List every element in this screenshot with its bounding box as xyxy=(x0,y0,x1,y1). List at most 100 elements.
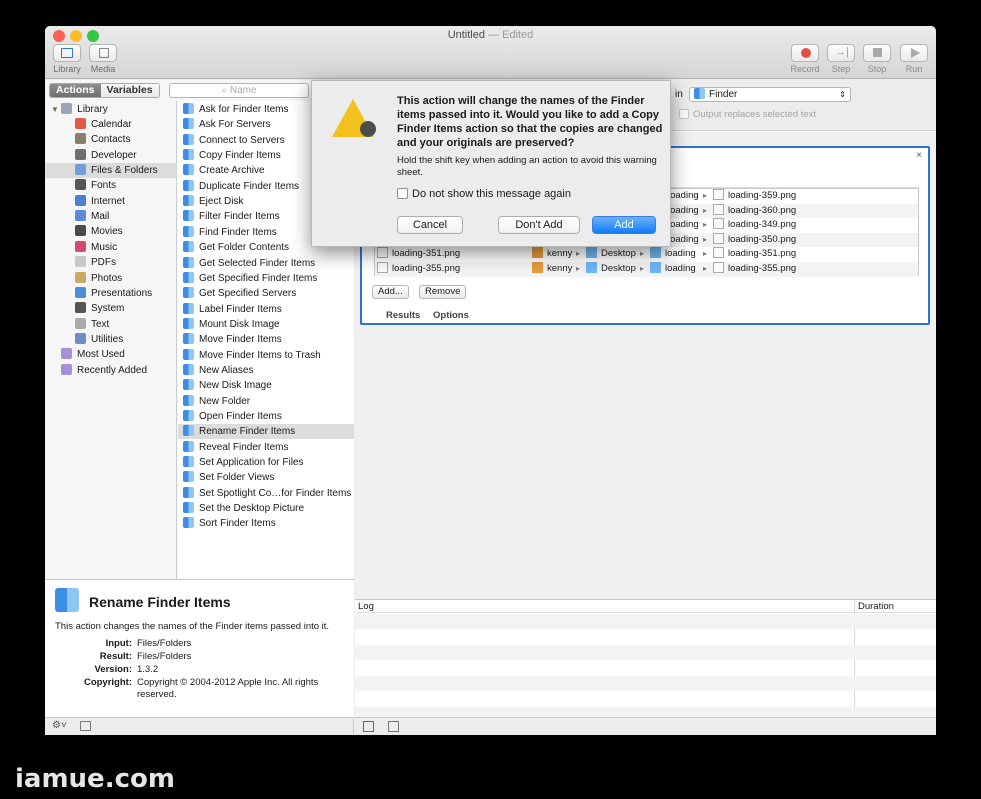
sidebar-item-system[interactable]: System xyxy=(45,301,177,316)
cell-name-text: loading-351.png xyxy=(392,248,461,260)
result-value: Files/Folders xyxy=(137,651,192,662)
action-item-label: Move Finder Items to Trash xyxy=(199,349,321,361)
action-item[interactable]: Move Finder Items xyxy=(178,332,354,347)
action-item[interactable]: Get Specified Servers xyxy=(178,286,354,301)
action-item[interactable]: Open Finder Items xyxy=(178,409,354,424)
split-view-icon[interactable] xyxy=(388,721,399,732)
sidebar-item-label: PDFs xyxy=(91,257,116,269)
file-icon xyxy=(713,232,724,244)
gear-icon[interactable]: ⚙˅ xyxy=(52,720,67,731)
action-item[interactable]: New Folder xyxy=(178,394,354,409)
library-recently-added[interactable]: Recently Added xyxy=(61,363,147,378)
record-button[interactable]: Record xyxy=(787,44,823,74)
description-toggle-icon[interactable] xyxy=(80,721,91,731)
file-icon xyxy=(713,247,724,259)
action-item[interactable]: Reveal Finder Items xyxy=(178,440,354,455)
library-most-used[interactable]: Most Used xyxy=(61,347,125,362)
category-icon xyxy=(75,332,86,344)
sidebar-item-fonts[interactable]: Fonts xyxy=(45,178,177,193)
finder-icon xyxy=(183,379,194,391)
step-label: Step xyxy=(831,64,851,74)
smart-folder-icon xyxy=(61,348,72,359)
library-root[interactable]: ▼ Library xyxy=(51,102,108,117)
sidebar-item-text[interactable]: Text xyxy=(45,317,177,332)
duration-column-header[interactable]: Duration xyxy=(858,601,894,612)
output-replaces-checkbox[interactable]: Output replaces selected text xyxy=(679,109,816,120)
add-items-button[interactable]: Add... xyxy=(372,285,409,299)
tab-variables[interactable]: Variables xyxy=(100,84,159,97)
action-item[interactable]: Sort Finder Items xyxy=(178,516,354,531)
step-button[interactable]: →| Step xyxy=(823,44,859,74)
tab-options[interactable]: Options xyxy=(433,310,469,321)
action-item[interactable]: Set the Desktop Picture xyxy=(178,501,354,516)
add-button[interactable]: Add xyxy=(592,216,656,234)
library-root-label: Library xyxy=(77,104,108,115)
action-item-label: Eject Disk xyxy=(199,196,244,208)
cell-file: loading-349.png xyxy=(713,218,796,233)
sidebar-item-presentations[interactable]: Presentations xyxy=(45,286,177,301)
action-item-label: Filter Finder Items xyxy=(199,211,280,223)
finder-icon xyxy=(183,271,194,283)
action-item[interactable]: Set Folder Views xyxy=(178,470,354,485)
cell-name-text: loading-355.png xyxy=(392,263,461,274)
sidebar-item-music[interactable]: Music xyxy=(45,240,177,255)
stop-icon xyxy=(863,44,891,62)
search-input[interactable]: ⌕ Name xyxy=(169,83,309,98)
path-arrow-icon: ▸ xyxy=(703,234,708,244)
log-column-header[interactable]: Log xyxy=(358,601,374,612)
sidebar-item-utilities[interactable]: Utilities xyxy=(45,332,177,347)
dont-add-button[interactable]: Don't Add xyxy=(498,216,580,234)
stop-button[interactable]: Stop xyxy=(859,44,895,74)
cell-desktop-text: Desktop xyxy=(601,263,636,274)
action-item[interactable]: Set Spotlight Co…for Finder Items xyxy=(178,486,354,501)
sidebar-item-calendar[interactable]: Calendar xyxy=(45,117,177,132)
action-item-label: Get Selected Finder Items xyxy=(199,257,316,269)
dont-show-checkbox[interactable]: Do not show this message again xyxy=(397,188,571,200)
action-item[interactable]: Mount Disk Image xyxy=(178,317,354,332)
sidebar-item-developer[interactable]: Developer xyxy=(45,148,177,163)
category-icon xyxy=(75,118,86,129)
sidebar-item-pdfs[interactable]: PDFs xyxy=(45,255,177,270)
category-icon xyxy=(75,225,86,237)
action-item[interactable]: Move Finder Items to Trash xyxy=(178,348,354,363)
list-view-icon[interactable] xyxy=(363,721,374,732)
action-item[interactable]: Label Finder Items xyxy=(178,302,354,317)
action-item[interactable]: Rename Finder Items xyxy=(178,424,354,440)
sidebar-item-movies[interactable]: Movies xyxy=(45,224,177,239)
media-button[interactable]: Media xyxy=(85,44,121,74)
run-button[interactable]: Run xyxy=(896,44,932,74)
library-button[interactable]: Library xyxy=(49,44,85,74)
cell-folder-text: loading xyxy=(665,248,696,260)
app-select-value: Finder xyxy=(709,89,738,100)
cell-name: loading-351.png xyxy=(377,247,460,262)
action-item[interactable]: Set Application for Files xyxy=(178,455,354,470)
tab-results[interactable]: Results xyxy=(386,310,420,321)
sidebar-item-mail[interactable]: Mail xyxy=(45,209,177,224)
sidebar-item-photos[interactable]: Photos xyxy=(45,271,177,286)
finder-icon xyxy=(183,502,194,514)
cell-folder: loading xyxy=(668,189,699,204)
tab-actions[interactable]: Actions xyxy=(50,84,101,97)
record-label: Record xyxy=(790,64,820,74)
action-item[interactable]: New Disk Image xyxy=(178,378,354,393)
app-select[interactable]: Finder ⇕ xyxy=(689,87,851,102)
cell-folder-text: loading xyxy=(668,219,699,231)
log-panel: Log Duration xyxy=(355,599,936,718)
action-item[interactable]: Get Specified Finder Items xyxy=(178,271,354,286)
remove-items-button[interactable]: Remove xyxy=(419,285,467,299)
cell-file-text: loading-359.png xyxy=(728,190,797,201)
action-item[interactable]: Get Selected Finder Items xyxy=(178,256,354,271)
close-icon[interactable]: × xyxy=(916,150,922,161)
sidebar-item-internet[interactable]: Internet xyxy=(45,194,177,209)
sidebar-item-contacts[interactable]: Contacts xyxy=(45,132,177,147)
library-icon xyxy=(53,44,81,62)
action-item[interactable]: New Aliases xyxy=(178,363,354,378)
table-row[interactable]: loading-351.png kenny ▸ Desktop ▸ loading ▸ loa… xyxy=(375,247,918,262)
finder-icon xyxy=(183,133,194,145)
cell-file-text: loading-350.png xyxy=(728,233,797,245)
cancel-button[interactable]: Cancel xyxy=(397,216,463,234)
category-icon xyxy=(75,256,86,268)
finder-icon xyxy=(183,149,194,161)
table-row[interactable]: loading-355.png kenny ▸ Desktop ▸ loading ▸ loa… xyxy=(375,262,918,277)
sidebar-item-files-folders[interactable]: Files & Folders xyxy=(45,163,177,179)
